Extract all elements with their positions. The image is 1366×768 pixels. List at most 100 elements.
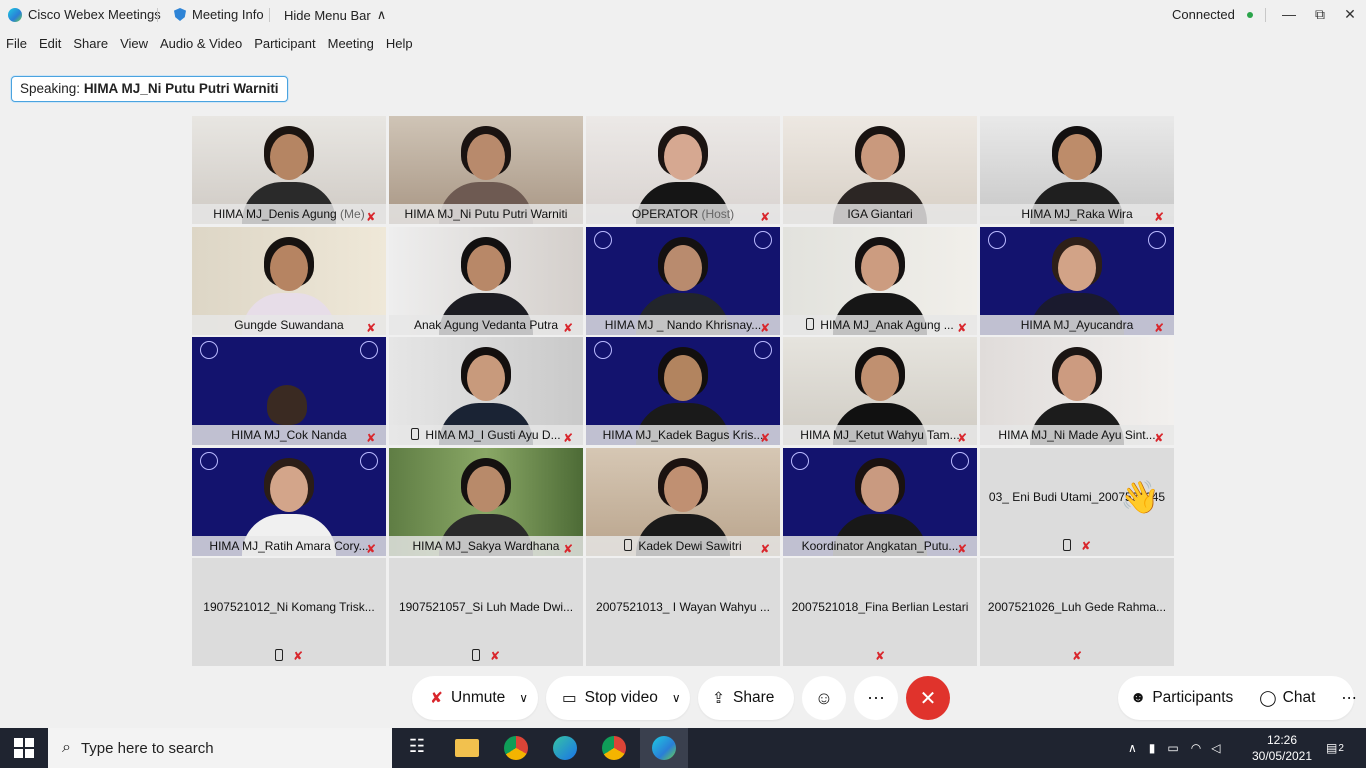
task-view-icon[interactable]: ☷ xyxy=(405,736,429,760)
video-tile[interactable]: HIMA MJ_Kadek Bagus Kris... ✘ xyxy=(586,337,780,445)
video-tile-active-speaker[interactable]: HIMA MJ_Ni Putu Putri Warniti xyxy=(389,116,583,224)
restore-icon[interactable]: ⧉ xyxy=(1309,4,1331,24)
minimize-icon[interactable]: — xyxy=(1278,4,1300,24)
connected-dot-icon xyxy=(1246,11,1253,18)
video-tile[interactable]: HIMA MJ_Cok Nanda ✘ xyxy=(192,337,386,445)
stop-video-button[interactable]: ▭ Stop video ∨ xyxy=(546,676,690,720)
video-tile-no-video[interactable]: 1907521012_Ni Komang Trisk... ✘ xyxy=(192,558,386,666)
video-tile[interactable]: Koordinator Angkatan_Putu... ✘ xyxy=(783,448,977,556)
close-icon[interactable]: ✕ xyxy=(1339,4,1361,24)
speaking-indicator: Speaking: HIMA MJ_Ni Putu Putri Warniti xyxy=(11,76,288,102)
edge-icon[interactable] xyxy=(553,736,577,760)
chat-button[interactable]: Chat xyxy=(1283,689,1316,707)
menu-edit[interactable]: Edit xyxy=(39,36,61,56)
chrome-icon[interactable] xyxy=(504,736,528,760)
muted-mic-icon: ✘ xyxy=(1080,539,1092,553)
muted-mic-icon: ✘ xyxy=(292,649,304,663)
right-panel-controls: ☻ Participants ◯ Chat ⋯ xyxy=(1118,676,1357,720)
video-tile[interactable]: HIMA MJ _ Nando Khrisnay... ✘ xyxy=(586,227,780,335)
menu-participant[interactable]: Participant xyxy=(254,36,315,56)
video-tile[interactable]: HIMA MJ_I Gusti Ayu D... ✘ xyxy=(389,337,583,445)
connection-status: Connected xyxy=(1172,7,1253,22)
menu-file[interactable]: File xyxy=(6,36,27,56)
video-tile[interactable]: HIMA MJ_Ratih Amara Cory... ✘ xyxy=(192,448,386,556)
participant-name-label: HIMA MJ_Ketut Wahyu Tam... ✘ xyxy=(783,425,977,445)
muted-mic-icon: ✘ xyxy=(874,649,886,663)
participant-name-label: 1907521012_Ni Komang Trisk... xyxy=(203,600,375,614)
video-tile[interactable]: Kadek Dewi Sawitri ✘ xyxy=(586,448,780,556)
mobile-device-icon xyxy=(411,428,420,440)
participant-name-label: 2007521013_ I Wayan Wahyu ... xyxy=(596,600,770,614)
menu-help[interactable]: Help xyxy=(386,36,413,56)
video-tile-no-video[interactable]: 2007521013_ I Wayan Wahyu ... xyxy=(586,558,780,666)
muted-mic-icon: ✘ xyxy=(759,542,770,556)
video-tile[interactable]: HIMA MJ_Sakya Wardhana ✘ xyxy=(389,448,583,556)
hide-menu-bar-button[interactable]: Hide Menu Bar ∧ xyxy=(284,7,386,23)
reactions-button[interactable]: ☺ xyxy=(802,676,846,720)
menu-meeting[interactable]: Meeting xyxy=(328,36,374,56)
mobile-device-icon xyxy=(806,318,815,330)
muted-mic-icon: ✘ xyxy=(562,321,573,335)
muted-mic-icon: ✘ xyxy=(365,542,376,556)
unmute-button[interactable]: ✘ Unmute ∨ xyxy=(412,676,538,720)
participant-name-label: 1907521057_Si Luh Made Dwi... xyxy=(398,600,574,614)
video-tile[interactable]: HIMA MJ_Denis Agung (Me) ✘ xyxy=(192,116,386,224)
muted-mic-icon: ✘ xyxy=(430,689,443,707)
leave-meeting-button[interactable]: ✕ xyxy=(906,676,950,720)
muted-mic-icon: ✘ xyxy=(365,210,376,224)
muted-mic-icon: ✘ xyxy=(759,210,770,224)
video-tile[interactable]: IGA Giantari xyxy=(783,116,977,224)
video-tile[interactable]: OPERATOR (Host) ✘ xyxy=(586,116,780,224)
chevron-up-icon[interactable]: ∧ xyxy=(1128,741,1137,755)
microphone-icon[interactable]: ▮ xyxy=(1149,741,1156,755)
muted-mic-icon: ✘ xyxy=(1153,210,1164,224)
video-tile[interactable]: HIMA MJ_Ketut Wahyu Tam... ✘ xyxy=(783,337,977,445)
menu-bar: File Edit Share View Audio & Video Parti… xyxy=(0,36,419,56)
participants-button[interactable]: Participants xyxy=(1152,689,1233,707)
taskbar-clock[interactable]: 12:26 30/05/2021 xyxy=(1252,728,1312,768)
meeting-info-button[interactable]: Meeting Info xyxy=(174,7,264,22)
chrome-profile-icon[interactable] xyxy=(602,736,626,760)
muted-mic-icon: ✘ xyxy=(759,431,770,445)
taskbar-search-box[interactable]: ⌕ Type here to search xyxy=(48,728,392,768)
chevron-down-icon[interactable]: ∨ xyxy=(672,691,681,705)
menu-share[interactable]: Share xyxy=(73,36,108,56)
video-tile-no-video[interactable]: 03_ Eni Budi Utami_2007521045 👋 ✘ xyxy=(980,448,1174,556)
wifi-icon[interactable]: ◠ xyxy=(1191,741,1201,755)
notification-center-button[interactable]: ▤ 2 xyxy=(1324,728,1346,768)
share-button[interactable]: ⇪ Share xyxy=(698,676,794,720)
app-title: Cisco Webex Meetings xyxy=(8,7,161,22)
volume-icon[interactable]: ◁ xyxy=(1211,741,1220,755)
muted-mic-icon: ✘ xyxy=(489,649,501,663)
muted-mic-icon: ✘ xyxy=(562,542,573,556)
muted-mic-icon: ✘ xyxy=(759,321,770,335)
more-horizontal-icon[interactable]: ⋯ xyxy=(1341,689,1357,708)
participant-name-label: HIMA MJ_Sakya Wardhana ✘ xyxy=(389,536,583,556)
webex-logo-icon xyxy=(8,7,22,22)
video-tile[interactable]: HIMA MJ_Ni Made Ayu Sint... ✘ xyxy=(980,337,1174,445)
webex-taskbar-button[interactable] xyxy=(640,728,688,768)
video-tile[interactable]: HIMA MJ_Anak Agung ... ✘ xyxy=(783,227,977,335)
menu-view[interactable]: View xyxy=(120,36,148,56)
windows-start-icon[interactable] xyxy=(14,738,34,758)
chevron-down-icon[interactable]: ∨ xyxy=(519,691,528,705)
participant-name-label: HIMA MJ_Anak Agung ... ✘ xyxy=(783,315,977,335)
battery-icon[interactable]: ▭ xyxy=(1167,741,1178,755)
title-bar: Cisco Webex Meetings Meeting Info Hide M… xyxy=(0,0,1366,30)
video-tile[interactable]: Gungde Suwandana ✘ xyxy=(192,227,386,335)
participant-name-label: Kadek Dewi Sawitri ✘ xyxy=(586,536,780,556)
more-options-button[interactable]: ⋯ xyxy=(854,676,898,720)
file-explorer-icon[interactable] xyxy=(455,739,479,757)
video-tile[interactable]: Anak Agung Vedanta Putra ✘ xyxy=(389,227,583,335)
muted-mic-icon: ✘ xyxy=(956,431,967,445)
video-tile-no-video[interactable]: 1907521057_Si Luh Made Dwi... ✘ xyxy=(389,558,583,666)
windows-taskbar: ⌕ Type here to search ☷ ∧ ▮ ▭ ◠ ◁ 12:26 … xyxy=(0,728,1366,768)
menu-audio-video[interactable]: Audio & Video xyxy=(160,36,242,56)
video-tile-no-video[interactable]: 2007521026_Luh Gede Rahma... ✘ xyxy=(980,558,1174,666)
participant-name-label: IGA Giantari xyxy=(783,204,977,224)
video-tile[interactable]: HIMA MJ_Ayucandra ✘ xyxy=(980,227,1174,335)
share-icon: ⇪ xyxy=(712,689,725,707)
video-tile-no-video[interactable]: 2007521018_Fina Berlian Lestari ✘ xyxy=(783,558,977,666)
webex-logo-icon xyxy=(652,736,676,760)
video-tile[interactable]: HIMA MJ_Raka Wira ✘ xyxy=(980,116,1174,224)
